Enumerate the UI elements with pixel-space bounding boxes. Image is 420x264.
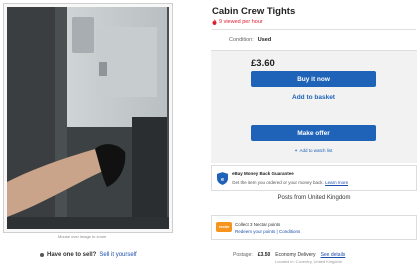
- shield-icon: e: [217, 172, 228, 185]
- add-to-watch-list-button[interactable]: + Add to watch list: [251, 148, 376, 153]
- watch-list-label: Add to watch list: [299, 148, 333, 153]
- item-title: Cabin Crew Tights: [212, 6, 296, 17]
- viewed-text: 9 viewed per hour: [219, 19, 263, 25]
- learn-more-link[interactable]: Learn more: [325, 180, 348, 185]
- guarantee-title: eBay Money Back Guarantee: [232, 171, 294, 176]
- postage-price: £3.50: [257, 252, 271, 258]
- plus-icon: +: [294, 148, 298, 153]
- money-back-guarantee: e eBay Money Back Guarantee Get the item…: [211, 165, 417, 191]
- buy-it-now-button[interactable]: Buy it now: [251, 71, 376, 87]
- condition-row: Condition: Used: [229, 37, 271, 43]
- item-photo[interactable]: [7, 7, 169, 229]
- sell-bar: Have one to sell? Sell it yourself: [40, 252, 137, 258]
- guarantee-description: Get the item you ordered or your money b…: [232, 180, 324, 185]
- sell-it-yourself-link[interactable]: Sell it yourself: [99, 252, 136, 258]
- nectar-redeem-link[interactable]: Redeem your points | Conditions: [235, 229, 300, 234]
- condition-label: Condition:: [229, 37, 254, 43]
- buy-panel: £3.60 Buy it now Add to basket Make offe…: [211, 50, 417, 163]
- see-details-link[interactable]: See details: [321, 252, 346, 258]
- viewed-per-hour: 9 viewed per hour: [212, 19, 263, 25]
- condition-value: Used: [257, 37, 272, 43]
- postage-row: Postage: £3.50 Economy Delivery See deta…: [233, 252, 345, 258]
- make-offer-button[interactable]: Make offer: [251, 125, 376, 141]
- bullet-icon: [40, 253, 44, 257]
- sell-question: Have one to sell?: [47, 252, 97, 258]
- posts-from: Posts from United Kingdom: [277, 195, 351, 201]
- flame-icon: [212, 19, 217, 25]
- guarantee-text: Get the item you ordered or your money b…: [232, 180, 348, 185]
- nectar-box: nectar Collect 3 Nectar points Redeem yo…: [211, 215, 417, 240]
- zoom-hint: Mouse over image to zoom: [58, 234, 107, 239]
- nectar-points: Collect 3 Nectar points: [235, 222, 281, 227]
- postage-method: Economy Delivery: [275, 252, 316, 258]
- add-to-basket-button[interactable]: Add to basket: [251, 94, 376, 101]
- nectar-logo: nectar: [216, 222, 232, 232]
- svg-text:e: e: [221, 177, 224, 183]
- postage-label: Postage:: [233, 252, 253, 258]
- item-photo-frame[interactable]: [3, 3, 173, 233]
- divider: [212, 29, 416, 30]
- item-price: £3.60: [251, 58, 275, 69]
- postage-location: Located in: Coventry, United Kingdom: [275, 259, 343, 264]
